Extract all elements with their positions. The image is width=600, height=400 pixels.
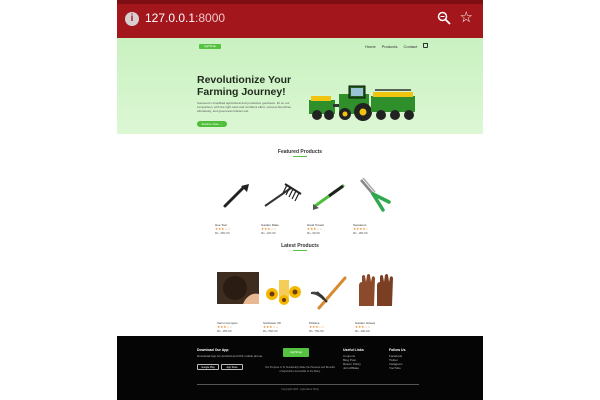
product-card[interactable]: Garden Rake ★★★☆☆ Rs. 120.00 [261,174,303,235]
useful-links-title: Useful Links [343,348,364,352]
store-buttons: Google Play App Store [197,364,263,370]
product-price: Rs. 90.00 [307,231,320,235]
cart-icon[interactable] [423,43,429,48]
explore-now-button[interactable]: Explore Now → [197,121,227,127]
product-card[interactable]: Garden Gloves ★★★☆☆ Rs. 100.00 [355,272,397,333]
url-field[interactable]: 127.0.0.1:8000 [145,11,225,25]
product-price: Rs. 180.00 [353,231,368,235]
product-card[interactable]: Vermi Compost ★★★☆☆ Rs. 150.00 [217,272,259,333]
browser-address-bar: i 127.0.0.1:8000 ☆ [117,0,483,38]
site-info-icon[interactable]: i [125,12,139,26]
featured-products-title: Featured Products [277,149,323,155]
sunflower-oil-image [263,272,305,314]
nav-contact[interactable]: Contact [403,44,417,49]
latest-title-underline [293,250,307,251]
product-price: Rs. 100.00 [355,329,370,333]
footer-app-text: Download App for Android and iOS mobile … [197,354,264,358]
garden-rake-image [261,174,303,216]
product-card[interactable]: Hand Trowel ★★★☆☆ Rs. 90.00 [307,174,349,235]
nav-products[interactable]: Products [382,44,398,49]
hoe-tool-image [215,174,257,216]
product-price: Rs. 560.00 [263,329,278,333]
product-card[interactable]: Sunflower Oil ★★★☆☆ Rs. 560.00 [263,272,305,333]
web-page: AgriShop Home Products Contact Revolutio… [117,38,483,400]
footer-app-title: Download Our App [197,348,229,352]
hero-subtitle: Succeed in simplified agricultural and p… [197,101,291,113]
site-logo[interactable]: AgriShop [199,44,221,49]
hand-trowel-image [307,174,349,216]
product-card[interactable]: Secateurs ★★★★☆ Rs. 180.00 [353,174,395,235]
main-nav: Home Products Contact [365,43,429,49]
secateurs-image [353,174,395,216]
garden-gloves-image [355,272,397,314]
hero-section: AgriShop Home Products Contact Revolutio… [117,38,483,134]
footer-divider [197,384,419,385]
url-host: 127.0.0.1 [145,11,196,25]
url-port: :8000 [195,11,226,25]
footer-useful-links: Useful Links Coupons Blog Post Return Po… [343,348,364,370]
google-play-button[interactable]: Google Play [197,364,219,370]
footer-app-column: Download Our App Download App for Androi… [197,348,263,370]
latest-products-title: Latest Products [281,243,319,249]
product-price: Rs. 120.00 [261,231,276,235]
app-store-button[interactable]: App Store [221,364,243,370]
featured-title-underline [293,156,307,157]
vermi-compost-image [217,272,259,314]
footer-follow-links: Follow Us Facebook Twitter Instagram You… [389,348,406,370]
nav-home[interactable]: Home [365,44,376,49]
zoom-icon[interactable] [437,11,451,25]
footer-logo[interactable]: AgriShop [283,348,309,357]
footer-copyright: Copyright 2023 - Agriculture Shop [281,388,319,391]
product-card[interactable]: Pickaxe ★★★☆☆ Rs. 750.00 [309,272,351,333]
bookmark-star-icon[interactable]: ☆ [460,10,473,26]
browser-tab-strip [117,0,483,4]
site-footer: Download Our App Download App for Androi… [117,336,483,400]
footer-social-link[interactable]: YouTube [389,366,406,370]
product-price: Rs. 250.00 [215,231,230,235]
pickaxe-image [309,272,351,314]
product-card[interactable]: Hoe Tool ★★★☆☆ Rs. 250.00 [215,174,257,235]
footer-description: Our Purpose Is To Sustainably Make the P… [265,366,335,373]
follow-us-title: Follow Us [389,348,406,352]
product-price: Rs. 150.00 [217,329,232,333]
hero-title: Revolutionize Your Farming Journey! [197,74,292,98]
footer-link[interactable]: Join Affiliate [343,366,364,370]
tractor-image [309,85,415,121]
product-price: Rs. 750.00 [309,329,324,333]
